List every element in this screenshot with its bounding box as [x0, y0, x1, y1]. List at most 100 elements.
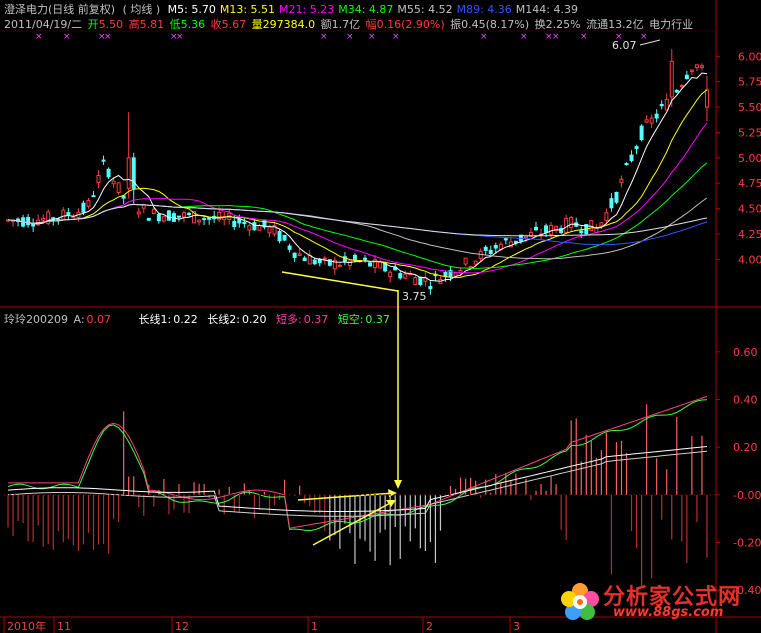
low-label: 低: [169, 18, 181, 31]
ma5-line: [7, 72, 708, 282]
candle-down-body: [639, 125, 644, 141]
candle-up-body: [694, 64, 699, 68]
candle-up-body: [549, 224, 554, 235]
short-long-line: [8, 395, 708, 529]
candle-down-body: [634, 146, 639, 150]
signal-x-mark: ×: [480, 32, 488, 42]
short-long-value: 0.37: [303, 313, 329, 326]
candle-up-body: [161, 216, 166, 222]
turnover-value: 2.25%: [545, 18, 581, 31]
candle-up-body: [41, 217, 46, 221]
quote-date: 2011/04/19/二: [4, 18, 83, 31]
signal-x-mark: ×: [520, 32, 528, 42]
candle-down-body: [101, 159, 106, 162]
ma-item: M21: 5.23: [279, 3, 335, 16]
candle-down-body: [121, 195, 126, 199]
candle-down-body: [418, 276, 423, 286]
signal-x-mark: ×: [346, 32, 354, 42]
candle-down-body: [277, 230, 282, 242]
indicator-tick-label: 0.40: [733, 394, 758, 407]
candle-up-body: [564, 217, 569, 233]
candle-up-body: [307, 254, 312, 265]
candle-down-body: [202, 218, 207, 221]
candle-up-body: [322, 257, 327, 260]
candle-up-body: [669, 60, 674, 98]
candle-down-body: [56, 218, 61, 221]
signal-marks: × × ×× ×× × × × × × × × × × × ×: [35, 32, 648, 42]
candle-up-body: [463, 257, 468, 265]
price-tick-label: 6.00: [738, 50, 761, 63]
high-mark-label: 6.07: [612, 39, 637, 52]
annotation-arrows: 6.07 3.75: [281, 39, 661, 546]
short-short-label: 短空:: [337, 313, 364, 326]
x-tick-label: 3: [513, 620, 520, 633]
signal-x-mark: ×: [580, 32, 588, 42]
x-tick-label: 2010年: [7, 619, 46, 633]
candle-up-body: [619, 178, 624, 184]
candle-up-body: [116, 182, 121, 194]
close-label: 收: [210, 18, 222, 31]
ma-item: M13: 5.51: [219, 3, 276, 16]
volume-label: 量: [251, 18, 263, 31]
candle-down-body: [483, 246, 488, 251]
indicator-name: 玲玲200209: [4, 313, 68, 326]
price-tick-label: 5.50: [738, 101, 761, 114]
amplitude-value: 0.45(8.17%): [461, 18, 530, 31]
indicator-header: 玲玲200209 A: 0.07 长线1: 0.22 长线2: 0.20 短多: 0.3…: [4, 313, 394, 326]
ma-item: M55: 4.52: [397, 3, 453, 16]
amount-value: 1.7亿: [331, 18, 361, 31]
long1-value: 0.22: [173, 313, 198, 326]
long2-line: [7, 450, 708, 517]
candle-down-body: [503, 238, 508, 241]
candle-down-body: [242, 222, 247, 225]
candle-up-body: [247, 225, 252, 231]
candle-down-body: [31, 223, 36, 227]
candle-down-body: [26, 216, 31, 226]
low-mark-label: 3.75: [402, 290, 427, 303]
open-value: 5.50: [98, 18, 124, 31]
candle-down-body: [443, 271, 448, 277]
candle-up-body: [378, 261, 383, 269]
signal-x-mark: ×: [63, 32, 71, 42]
watermark-logo: 分析家公式网 www.88gs.com: [555, 577, 755, 629]
candle-up-body: [413, 277, 418, 285]
ma-item: M89: 4.36: [456, 3, 512, 16]
long1-label: 长线1:: [138, 313, 172, 326]
candle-up-body: [151, 208, 156, 215]
flower-icon: [561, 583, 599, 620]
price-tick-label: 4.50: [738, 203, 761, 216]
candle-up-body: [664, 98, 669, 111]
price-trend-arrow: [281, 271, 399, 292]
candle-up-body: [111, 180, 116, 185]
candle-down-body: [187, 212, 192, 215]
amount-label: 额: [320, 18, 332, 31]
candle-up-body: [649, 117, 654, 124]
signal-x-mark: ×: [392, 32, 400, 42]
candle-down-body: [176, 215, 181, 218]
candle-down-body: [624, 163, 629, 166]
candle-up-body: [347, 260, 352, 266]
price-tick-label: 5.75: [738, 76, 761, 89]
candle-down-body: [81, 202, 86, 213]
change-value: 0.16(2.90%): [376, 18, 445, 31]
indicator-tick-label: 0.20: [733, 441, 758, 454]
x-tick-label: 2: [426, 620, 433, 633]
candle-up-body: [141, 204, 146, 209]
signal-x-mark: ×: [176, 32, 184, 42]
ma55-line: [7, 197, 708, 260]
candle-down-body: [207, 217, 212, 220]
signal-x-mark: ×: [552, 32, 560, 42]
candle-down-body: [614, 191, 619, 203]
candle-up-body: [604, 212, 609, 221]
candle-down-body: [674, 89, 679, 93]
turnover-label: 换: [534, 18, 546, 31]
candle-up-body: [704, 89, 709, 108]
candle-down-body: [654, 113, 659, 119]
indicator-panel: [7, 395, 708, 587]
close-value: 5.67: [221, 18, 247, 31]
candle-down-body: [252, 222, 257, 231]
candle-down-body: [493, 244, 498, 249]
volume-value: 297384.0: [262, 18, 316, 31]
short-long-label: 短多:: [275, 313, 302, 326]
candle-up-body: [679, 84, 684, 87]
